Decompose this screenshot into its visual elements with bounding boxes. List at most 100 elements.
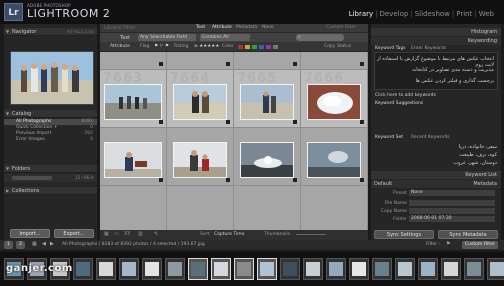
collections-header[interactable]: ▶ Collections: [4, 187, 97, 195]
grid-cell[interactable]: [100, 52, 167, 70]
filmstrip-thumbnail[interactable]: [234, 258, 254, 280]
module-print[interactable]: Print: [456, 10, 472, 18]
filmstrip-thumbnail[interactable]: [257, 258, 277, 280]
forward-arrow-icon[interactable]: ▶: [50, 241, 54, 247]
photo-thumbnail[interactable]: [307, 142, 361, 178]
filmstrip-thumbnail[interactable]: [395, 258, 415, 280]
search-input[interactable]: ⌕: [296, 34, 344, 41]
tab-metadata[interactable]: Metadata: [236, 25, 257, 30]
grid-cell[interactable]: [301, 52, 368, 70]
page-button-2[interactable]: 2: [16, 241, 25, 249]
grid-cell[interactable]: [167, 128, 234, 186]
custom-filter-select[interactable]: Custom Filter: [462, 241, 498, 249]
recent-keyword-row[interactable]: کوه، برف، طبیعت: [377, 152, 497, 158]
filmstrip-thumbnail[interactable]: [96, 258, 116, 280]
preset-select[interactable]: None: [409, 190, 495, 196]
filmstrip-thumbnail[interactable]: [418, 258, 438, 280]
navigator-zoom-options[interactable]: FIT FILL 1:1 3:1: [67, 28, 94, 36]
metadata-preset-select[interactable]: Default: [374, 181, 392, 187]
grid-cell[interactable]: [234, 128, 301, 186]
color-swatch-yellow[interactable]: [245, 45, 250, 49]
flag-icons[interactable]: ⚑ ⚐ ⚑: [154, 44, 169, 49]
keyword-tags-select[interactable]: Enter Keywords: [411, 46, 446, 51]
recent-keyword-row[interactable]: دوستان، شهر، غروب: [377, 160, 497, 166]
sync-metadata-button[interactable]: Sync Metadata: [438, 230, 498, 239]
filmstrip-thumbnail[interactable]: [349, 258, 369, 280]
export-button[interactable]: Export...: [54, 229, 94, 238]
filmstrip-thumbnail[interactable]: [441, 258, 461, 280]
import-button[interactable]: Import...: [10, 229, 50, 238]
grid-cell[interactable]: 7664: [167, 70, 234, 128]
grid-cell[interactable]: [301, 128, 368, 186]
back-arrow-icon[interactable]: ◀: [42, 241, 46, 247]
filmstrip-thumbnail[interactable]: [280, 258, 300, 280]
navigator-header[interactable]: ▼ Navigator FIT FILL 1:1 3:1: [4, 28, 97, 36]
filter-flag-icon[interactable]: ⚑: [446, 241, 450, 247]
grid-cell[interactable]: 7665: [234, 70, 301, 128]
file-name-field[interactable]: [409, 200, 495, 206]
module-library[interactable]: Library: [349, 10, 373, 18]
grid-cell[interactable]: [100, 186, 167, 230]
folder-item[interactable]: 12 / 66.0: [4, 174, 97, 182]
copy-name-field[interactable]: [409, 208, 495, 214]
filmstrip-thumbnail[interactable]: [142, 258, 162, 280]
color-swatch-green[interactable]: [252, 45, 257, 49]
page-button-1[interactable]: 1: [4, 241, 13, 249]
contains-rule-select[interactable]: Contains All: [200, 34, 250, 41]
module-slideshow[interactable]: Slideshow: [415, 10, 450, 18]
photo-thumbnail[interactable]: [173, 142, 227, 178]
filmstrip-thumbnail[interactable]: [119, 258, 139, 280]
keywording-header[interactable]: Keywording: [371, 37, 501, 45]
filmstrip[interactable]: [0, 252, 504, 286]
grid-cell[interactable]: [167, 186, 234, 230]
histogram-header[interactable]: Histogram: [371, 28, 501, 36]
filter-preset-select[interactable]: Custom Filter: [326, 25, 356, 30]
grid-cell[interactable]: [301, 186, 368, 230]
loupe-view-icon[interactable]: ▭: [114, 231, 119, 237]
grid-cell[interactable]: 7666: [301, 70, 368, 128]
grid-cell[interactable]: [234, 186, 301, 230]
painter-icon[interactable]: ✎: [154, 231, 158, 237]
color-swatch-red[interactable]: [238, 45, 243, 49]
filmstrip-thumbnail[interactable]: [372, 258, 392, 280]
photo-thumbnail[interactable]: [104, 84, 162, 120]
keyword-tags-box[interactable]: انتخاب عکس های مرتبط با موضوع گزارش با ا…: [374, 52, 498, 90]
tab-attribute[interactable]: Attribute: [212, 25, 232, 30]
photo-thumbnail[interactable]: [240, 84, 294, 120]
photo-thumbnail[interactable]: [240, 142, 294, 178]
grid-view-icon[interactable]: ▦: [32, 241, 37, 247]
module-develop[interactable]: Develop: [380, 10, 409, 18]
add-keywords-hint[interactable]: Click here to add keywords: [375, 93, 436, 98]
filmstrip-thumbnail[interactable]: [326, 258, 346, 280]
sync-settings-button[interactable]: Sync Settings: [374, 230, 434, 239]
grid-view-icon[interactable]: ▦: [104, 231, 109, 237]
survey-view-icon[interactable]: ▥: [138, 231, 143, 237]
thumbnail-grid[interactable]: 7663 7664 7665 7666: [100, 52, 368, 230]
grid-cell[interactable]: [100, 128, 167, 186]
keyword-list-header[interactable]: Keyword List: [371, 171, 501, 179]
color-swatch-blue[interactable]: [259, 45, 264, 49]
color-swatch-purple[interactable]: [266, 45, 271, 49]
module-web[interactable]: Web: [479, 10, 494, 18]
sort-select[interactable]: Capture Time: [214, 232, 244, 237]
folders-header[interactable]: ▼ Folders: [4, 165, 97, 173]
recent-keyword-row[interactable]: سفر، خانواده، دریا: [377, 144, 497, 150]
grid-cell[interactable]: 7663: [100, 70, 167, 128]
thumbnail-size-slider[interactable]: [296, 234, 326, 235]
photo-thumbnail[interactable]: [307, 84, 361, 120]
filmstrip-thumbnail[interactable]: [188, 258, 208, 280]
color-swatch-none[interactable]: [273, 45, 278, 49]
grid-cell[interactable]: [167, 52, 234, 70]
grid-cell[interactable]: [234, 52, 301, 70]
catalog-item-error-images[interactable]: Error Images 4: [4, 137, 97, 143]
folder-field[interactable]: 2008-06-01 07:30: [409, 216, 495, 222]
keyword-set-select[interactable]: Recent Keywords: [411, 135, 450, 140]
filmstrip-thumbnail[interactable]: [211, 258, 231, 280]
filmstrip-thumbnail[interactable]: [464, 258, 484, 280]
filmstrip-thumbnail[interactable]: [303, 258, 323, 280]
filmstrip-thumbnail[interactable]: [73, 258, 93, 280]
catalog-header[interactable]: ▼ Catalog: [4, 110, 97, 118]
filmstrip-thumbnail[interactable]: [165, 258, 185, 280]
tab-none[interactable]: None: [262, 25, 274, 30]
compare-view-icon[interactable]: XY: [124, 231, 130, 237]
